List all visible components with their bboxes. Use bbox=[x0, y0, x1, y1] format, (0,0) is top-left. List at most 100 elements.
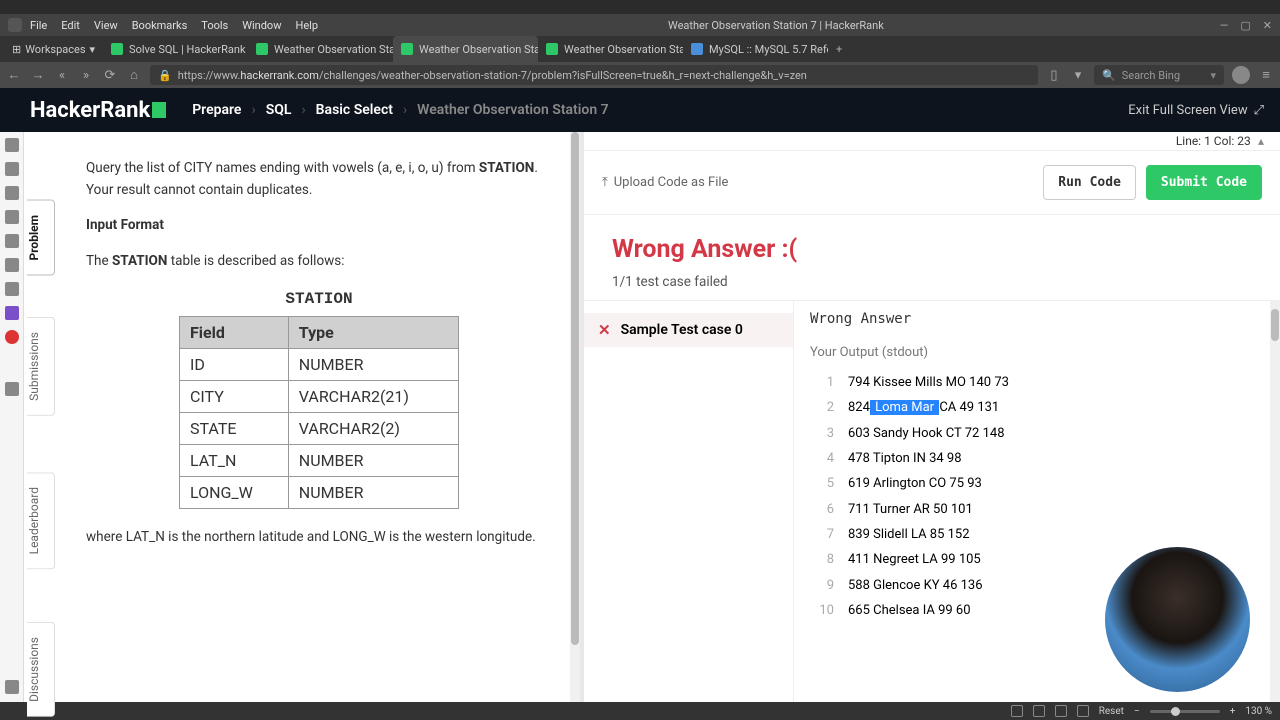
favicon-icon bbox=[111, 43, 123, 55]
bookmark-dropdown-icon[interactable]: ▾ bbox=[1070, 68, 1086, 83]
problem-panel: Problem Submissions Leaderboard Discussi… bbox=[24, 132, 580, 702]
submit-code-button[interactable]: Submit Code bbox=[1146, 165, 1262, 200]
fail-icon: ✕ bbox=[598, 321, 611, 339]
app-header: HackerRank Prepare › SQL › Basic Select … bbox=[0, 88, 1280, 132]
back-icon[interactable]: ← bbox=[6, 67, 22, 83]
breadcrumb-item[interactable]: Basic Select bbox=[316, 102, 393, 118]
scrollbar[interactable] bbox=[570, 132, 580, 702]
rail-icon[interactable] bbox=[5, 306, 19, 320]
reset-button[interactable]: Reset bbox=[1099, 706, 1124, 717]
forward-icon[interactable]: → bbox=[30, 67, 46, 83]
output-line: 4478 Tipton IN 34 98 bbox=[810, 446, 1264, 471]
menu-window[interactable]: Window bbox=[242, 19, 281, 32]
output-line: 2824 Loma Mar CA 49 131 bbox=[810, 395, 1264, 420]
menu-tools[interactable]: Tools bbox=[201, 19, 228, 32]
tab-problem[interactable]: Problem bbox=[27, 200, 55, 276]
reader-icon[interactable]: ▯ bbox=[1046, 68, 1062, 83]
reload-icon[interactable]: ⟳ bbox=[102, 68, 118, 83]
maximize-icon[interactable]: ▢ bbox=[1240, 19, 1250, 32]
output-line: 1794 Kissee Mills MO 140 73 bbox=[810, 370, 1264, 395]
zoom-in-icon[interactable]: + bbox=[1230, 706, 1236, 717]
table-title: STATION bbox=[179, 290, 459, 308]
input-format-heading: Input Format bbox=[86, 215, 552, 237]
rail-icon[interactable] bbox=[5, 382, 19, 396]
search-icon: 🔍 bbox=[1102, 69, 1116, 82]
exit-fullscreen-button[interactable]: Exit Full Screen View ⤢ bbox=[1128, 103, 1264, 118]
rail-icon[interactable] bbox=[5, 186, 19, 200]
menu-view[interactable]: View bbox=[94, 19, 118, 32]
breadcrumb: Prepare › SQL › Basic Select › Weather O… bbox=[192, 102, 608, 118]
window-title: Weather Observation Station 7 | HackerRa… bbox=[332, 19, 1220, 32]
tab-discussions[interactable]: Discussions bbox=[27, 622, 55, 717]
schema-table: FieldType IDNUMBER CITYVARCHAR2(21) STAT… bbox=[179, 316, 459, 509]
menu-file[interactable]: File bbox=[30, 19, 47, 32]
testcase-item[interactable]: ✕ Sample Test case 0 bbox=[584, 313, 793, 347]
output-line: 7839 Slidell LA 85 152 bbox=[810, 522, 1264, 547]
rail-icon[interactable] bbox=[5, 234, 19, 248]
table-footnote: where LAT_N is the northern latitude and… bbox=[86, 527, 552, 549]
tool-icon[interactable] bbox=[1055, 705, 1067, 717]
favicon-icon bbox=[256, 43, 268, 55]
rail-icon[interactable] bbox=[5, 258, 19, 272]
zoom-slider[interactable] bbox=[1150, 710, 1220, 713]
browser-menubar: File Edit View Bookmarks Tools Window He… bbox=[0, 14, 1280, 36]
search-input[interactable]: 🔍 Search Bing ▾ bbox=[1094, 65, 1224, 85]
result-header: Wrong Answer :( 1/1 test case failed bbox=[584, 215, 1280, 300]
favicon-icon bbox=[691, 43, 703, 55]
breadcrumb-item[interactable]: Prepare bbox=[192, 102, 241, 118]
chevron-right-icon: › bbox=[251, 102, 255, 118]
output-line: 3603 Sandy Hook CT 72 148 bbox=[810, 421, 1264, 446]
new-tab-button[interactable]: + bbox=[828, 43, 850, 56]
tool-icon[interactable] bbox=[1077, 705, 1089, 717]
menu-edit[interactable]: Edit bbox=[61, 19, 80, 32]
workspaces-button[interactable]: ⊞Workspaces▾ bbox=[4, 43, 103, 56]
settings-icon[interactable] bbox=[5, 680, 19, 694]
tab-submissions[interactable]: Submissions bbox=[27, 317, 55, 416]
breadcrumb-item[interactable]: SQL bbox=[266, 102, 292, 118]
logo-square-icon bbox=[152, 102, 166, 118]
firefox-icon bbox=[8, 18, 22, 32]
browser-tab[interactable]: Weather Observation Stati bbox=[538, 36, 683, 62]
problem-description: Query the list of CITY names ending with… bbox=[86, 158, 552, 201]
browser-tab[interactable]: Solve SQL | HackerRank bbox=[103, 36, 248, 62]
hackerrank-logo[interactable]: HackerRank bbox=[30, 98, 166, 123]
rail-icon[interactable] bbox=[5, 210, 19, 224]
main-content: Problem Submissions Leaderboard Discussi… bbox=[0, 132, 1280, 702]
tool-icon[interactable] bbox=[1011, 705, 1023, 717]
close-icon[interactable]: ✕ bbox=[1263, 19, 1272, 32]
rail-icon[interactable] bbox=[5, 162, 19, 176]
result-summary: 1/1 test case failed bbox=[612, 274, 1252, 290]
browser-urlbar: ← → « » ⟳ ⌂ 🔒 https://www.hackerrank.com… bbox=[0, 62, 1280, 88]
testcase-list: ✕ Sample Test case 0 bbox=[584, 301, 794, 702]
browser-tabbar: ⊞Workspaces▾ Solve SQL | HackerRank Weat… bbox=[0, 36, 1280, 62]
wrong-answer-label: Wrong Answer bbox=[810, 311, 1264, 327]
rail-icon[interactable] bbox=[5, 330, 19, 344]
output-line: 6711 Turner AR 50 101 bbox=[810, 497, 1264, 522]
zoom-out-icon[interactable]: − bbox=[1134, 706, 1140, 717]
menu-bookmarks[interactable]: Bookmarks bbox=[132, 19, 188, 32]
left-sidebar bbox=[0, 132, 24, 702]
menu-help[interactable]: Help bbox=[295, 19, 318, 32]
upload-code-button[interactable]: ⤒ Upload Code as File bbox=[602, 175, 728, 190]
scrollbar[interactable] bbox=[1270, 301, 1280, 702]
browser-tab-active[interactable]: Weather Observation Stati bbox=[393, 36, 538, 62]
url-input[interactable]: 🔒 https://www.hackerrank.com/challenges/… bbox=[150, 65, 1038, 85]
browser-tab[interactable]: MySQL :: MySQL 5.7 Refere bbox=[683, 36, 828, 62]
menu-icon[interactable]: ≡ bbox=[1258, 67, 1274, 83]
run-code-button[interactable]: Run Code bbox=[1043, 165, 1136, 200]
home-icon[interactable]: ⌂ bbox=[126, 67, 142, 83]
editor-linecol: Line: 1 Col: 23 ▴ bbox=[584, 132, 1280, 151]
rail-icon[interactable] bbox=[5, 282, 19, 296]
tab-leaderboard[interactable]: Leaderboard bbox=[27, 472, 55, 569]
history-fwd-icon[interactable]: » bbox=[78, 68, 94, 83]
favicon-icon bbox=[401, 43, 413, 55]
profile-avatar[interactable] bbox=[1232, 66, 1250, 84]
history-back-icon[interactable]: « bbox=[54, 68, 70, 83]
rail-icon[interactable] bbox=[5, 138, 19, 152]
breadcrumb-item-current: Weather Observation Station 7 bbox=[417, 102, 608, 118]
tool-icon[interactable] bbox=[1033, 705, 1045, 717]
minimize-icon[interactable]: — bbox=[1220, 19, 1229, 32]
chevron-right-icon: › bbox=[301, 102, 305, 118]
problem-body: Query the list of CITY names ending with… bbox=[58, 132, 580, 702]
browser-tab[interactable]: Weather Observation Stati bbox=[248, 36, 393, 62]
